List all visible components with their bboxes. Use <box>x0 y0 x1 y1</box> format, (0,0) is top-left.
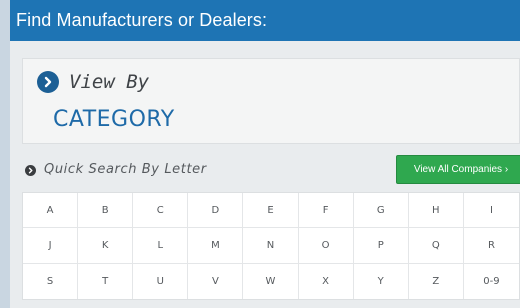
chevron-right-circle-icon <box>25 165 36 176</box>
letter-link[interactable]: X <box>299 263 354 299</box>
letter-link[interactable]: K <box>78 228 134 264</box>
page-background-strip <box>0 0 10 308</box>
letter-link[interactable]: I <box>463 193 519 229</box>
letter-link[interactable]: 0-9 <box>464 264 519 299</box>
letter-link[interactable]: U <box>133 263 189 299</box>
letter-link[interactable]: V <box>188 263 244 299</box>
letter-link[interactable]: M <box>188 228 244 264</box>
widget-title: Find Manufacturers or Dealers: <box>16 10 268 30</box>
letter-link[interactable]: G <box>353 193 409 229</box>
letter-link[interactable]: Y <box>354 263 409 299</box>
letter-link[interactable]: E <box>243 193 299 229</box>
letter-link[interactable]: B <box>78 193 134 229</box>
view-by-panel: View By CATEGORY <box>22 58 520 144</box>
chevron-right-circle-icon <box>37 71 59 93</box>
letter-link[interactable]: A <box>23 193 79 229</box>
letter-link[interactable]: P <box>353 228 409 264</box>
letter-link[interactable]: L <box>133 228 189 264</box>
widget-header: Find Manufacturers or Dealers: <box>10 0 520 41</box>
letter-link[interactable]: N <box>243 228 299 264</box>
letter-link[interactable]: C <box>133 193 189 229</box>
letter-link[interactable]: Z <box>409 263 464 299</box>
category-option[interactable]: CATEGORY <box>53 107 175 132</box>
quick-search-label: Quick Search By Letter <box>44 162 207 177</box>
letter-link[interactable]: H <box>408 193 464 229</box>
letter-link[interactable]: W <box>243 263 299 299</box>
letter-link[interactable]: T <box>78 263 134 299</box>
letter-link[interactable]: R <box>463 228 519 264</box>
view-all-companies-button[interactable]: View All Companies › <box>396 155 520 184</box>
letter-link[interactable]: Q <box>408 228 464 264</box>
view-by-row: View By <box>37 71 149 93</box>
letter-link[interactable]: O <box>298 228 354 264</box>
letter-link[interactable]: F <box>298 193 354 229</box>
view-by-label: View By <box>69 71 150 93</box>
letter-grid: A B C D E F G H I J K L M N O P Q R S T … <box>22 192 520 300</box>
letter-link[interactable]: D <box>188 193 244 229</box>
find-manufacturers-widget: Find Manufacturers or Dealers: View By C… <box>10 0 520 308</box>
letter-link[interactable]: S <box>23 263 79 299</box>
letter-link[interactable]: J <box>23 228 79 264</box>
quick-search-row: Quick Search By Letter View All Companie… <box>22 155 520 185</box>
